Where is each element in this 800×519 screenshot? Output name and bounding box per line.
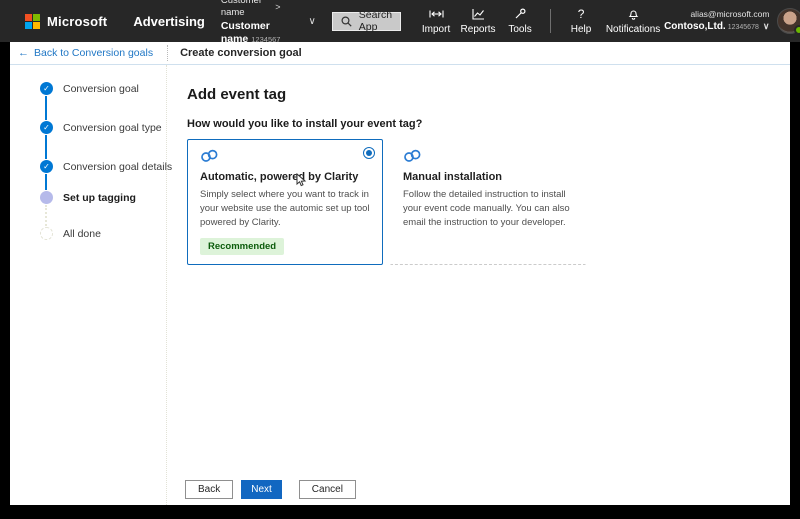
nav-notifications[interactable]: Notifications xyxy=(602,8,664,35)
link-icon xyxy=(201,149,218,162)
step-label: Set up tagging xyxy=(63,191,136,204)
nav-import[interactable]: Import xyxy=(415,8,457,35)
help-icon: ? xyxy=(577,7,585,21)
radio-selected-icon[interactable] xyxy=(363,147,375,159)
step-connector xyxy=(45,135,47,159)
step-label: All done xyxy=(63,227,101,240)
brand-name: Microsoft xyxy=(47,13,108,29)
sub-header: ← Back to Conversion goals Create conver… xyxy=(10,42,790,65)
step-label: Conversion goal type xyxy=(63,121,162,134)
option-description: Simply select where you want to track in… xyxy=(200,189,370,228)
account-menu[interactable]: alias@microsoft.com Contoso,Ltd. 12345678… xyxy=(664,9,769,34)
nav-notifications-label: Notifications xyxy=(605,23,661,35)
step-set-up-tagging[interactable]: Set up tagging xyxy=(40,191,136,204)
import-icon xyxy=(429,8,444,21)
cancel-button[interactable]: Cancel xyxy=(298,480,356,499)
page-title: Create conversion goal xyxy=(180,47,302,59)
step-label: Conversion goal details xyxy=(63,160,173,173)
option-card-automatic-clarity[interactable]: Automatic, powered by Clarity Simply sel… xyxy=(187,139,383,266)
search-icon xyxy=(341,15,352,27)
nav-tools[interactable]: Tools xyxy=(499,8,541,35)
recommended-badge: Recommended xyxy=(200,238,285,256)
search-input[interactable]: Search App xyxy=(331,9,402,33)
presence-online-icon xyxy=(794,25,800,35)
chevron-down-icon[interactable]: ∨ xyxy=(308,16,315,27)
step-connector xyxy=(45,96,47,120)
step-check-icon: ✓ xyxy=(40,121,53,134)
tools-icon xyxy=(514,8,526,21)
nav-import-label: Import xyxy=(421,23,451,35)
nav-reports[interactable]: Reports xyxy=(457,8,499,35)
brand-product: Advertising xyxy=(133,13,205,29)
wizard-footer: Back Next Cancel xyxy=(185,480,356,499)
nav-reports-label: Reports xyxy=(460,23,496,35)
page-body: ✓ Conversion goal ✓ Conversion goal type… xyxy=(10,65,790,505)
step-connector-dotted xyxy=(45,205,47,226)
page-container: ← Back to Conversion goals Create conver… xyxy=(10,42,790,505)
step-conversion-goal-type[interactable]: ✓ Conversion goal type xyxy=(40,121,162,134)
option-card-manual-installation[interactable]: Manual installation Follow the detailed … xyxy=(390,139,586,266)
notifications-bell-icon xyxy=(628,8,639,21)
account-email: alias@microsoft.com xyxy=(690,8,770,19)
step-check-icon: ✓ xyxy=(40,160,53,173)
next-button[interactable]: Next xyxy=(241,480,282,499)
back-button[interactable]: Back xyxy=(185,480,234,499)
step-check-icon: ✓ xyxy=(40,82,53,95)
back-arrow-icon: ← xyxy=(18,47,29,59)
step-all-done[interactable]: All done xyxy=(40,227,101,240)
search-placeholder: Search App xyxy=(358,9,393,33)
install-question: How would you like to install your event… xyxy=(187,118,423,130)
option-title: Automatic, powered by Clarity xyxy=(200,171,359,183)
account-id: 12345678 xyxy=(727,23,759,31)
option-description: Follow the detailed instruction to insta… xyxy=(403,189,570,228)
step-pending-icon xyxy=(40,227,53,240)
customer-parent-name[interactable]: Customer name xyxy=(221,0,269,20)
subheader-divider xyxy=(167,45,169,61)
top-nav: Import Reports Tools ? Help Notification… xyxy=(415,7,664,35)
option-cards: Automatic, powered by Clarity Simply sel… xyxy=(187,139,790,266)
back-to-conversion-goals-link[interactable]: ← Back to Conversion goals xyxy=(18,47,153,59)
microsoft-logo-icon xyxy=(25,13,40,29)
back-link-label: Back to Conversion goals xyxy=(34,47,154,59)
option-title: Manual installation xyxy=(403,171,503,183)
account-company-name: Contoso,Ltd. xyxy=(664,20,726,32)
main-content: Add event tag How would you like to inst… xyxy=(167,65,790,505)
account-chevron-down-icon: ∨ xyxy=(762,20,770,31)
link-icon xyxy=(404,149,421,162)
step-label: Conversion goal xyxy=(63,82,139,95)
nav-help[interactable]: ? Help xyxy=(560,7,602,35)
wizard-stepper: ✓ Conversion goal ✓ Conversion goal type… xyxy=(10,65,172,505)
user-avatar[interactable] xyxy=(777,8,800,35)
nav-help-label: Help xyxy=(570,23,592,35)
reports-icon xyxy=(472,8,485,21)
top-bar: Microsoft Advertising Customer name > Cu… xyxy=(0,0,800,45)
nav-tools-label: Tools xyxy=(508,23,532,35)
nav-divider xyxy=(550,9,552,33)
step-conversion-goal-details[interactable]: ✓ Conversion goal details xyxy=(40,160,172,173)
chevron-right-icon: > xyxy=(275,1,281,12)
customer-selector[interactable]: Customer name > Customer name 1234567 xyxy=(221,0,281,47)
step-current-icon xyxy=(40,191,53,204)
section-title: Add event tag xyxy=(187,86,287,103)
step-connector xyxy=(45,174,47,190)
step-conversion-goal[interactable]: ✓ Conversion goal xyxy=(40,82,139,95)
